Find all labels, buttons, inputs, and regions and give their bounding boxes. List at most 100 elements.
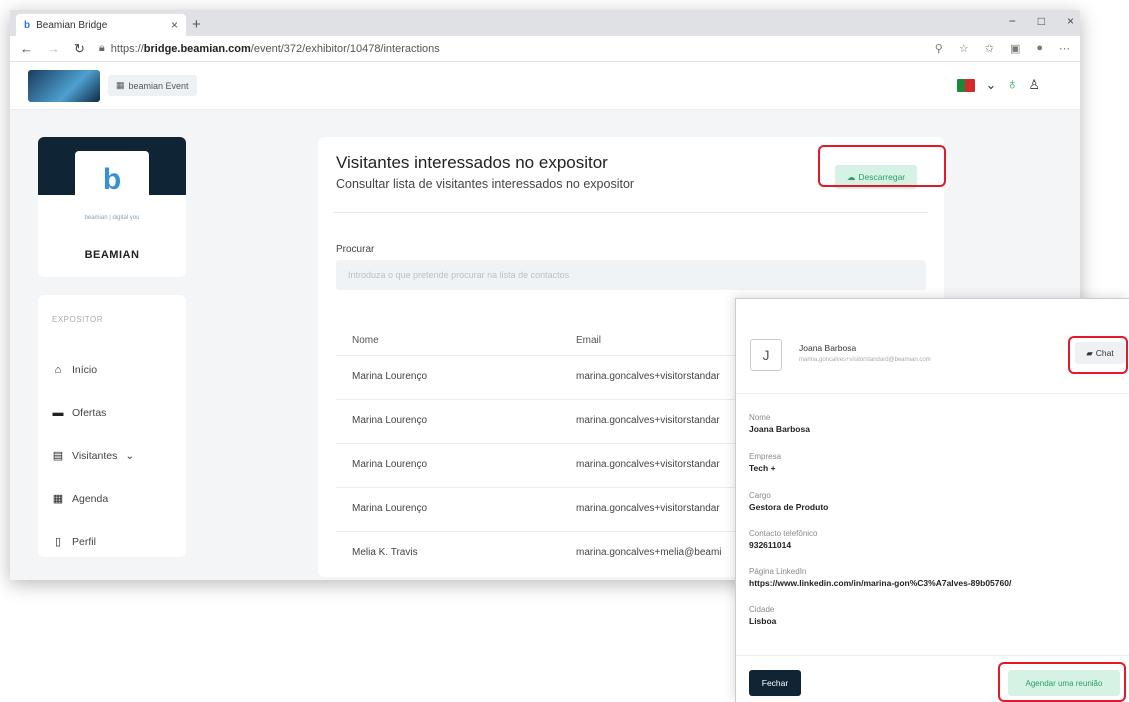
field-cidade: Cidade Lisboa — [749, 605, 776, 626]
address-bar: ← → ↻ 🔒︎ https://bridge.beamian.com/even… — [10, 36, 1080, 62]
search-label: Procurar — [336, 244, 375, 255]
more-icon[interactable]: ⋯ — [1059, 42, 1070, 55]
field-value: Joana Barbosa — [749, 424, 810, 434]
sidebar: EXPOSITOR ⌂ Início ▬ Ofertas ▤ Visitante… — [38, 295, 186, 557]
briefcase-icon: ▬ — [52, 406, 64, 419]
sidebar-item-visitantes[interactable]: ▤ Visitantes ⌄ — [52, 434, 172, 477]
cell-name: Marina Lourenço — [352, 371, 428, 382]
zoom-icon[interactable]: ⚲ — [935, 42, 943, 55]
minimize-icon[interactable]: − — [1009, 14, 1016, 28]
cell-email: marina.goncalves+visitorstandar — [576, 459, 720, 470]
cell-email: marina.goncalves+visitorstandar — [576, 415, 720, 426]
close-button[interactable]: Fechar — [749, 670, 801, 696]
field-value: Tech + — [749, 463, 776, 473]
sidebar-item-label: Agenda — [72, 492, 109, 505]
avatar: J — [750, 339, 782, 371]
cell-email: marina.goncalves+visitorstandar — [576, 371, 720, 382]
visitor-detail-header: J Joana Barbosa marina.goncalves+visitor… — [736, 299, 1129, 394]
sidebar-item-ofertas[interactable]: ▬ Ofertas — [52, 391, 172, 434]
company-card: b beamian | digital you BEAMIAN — [38, 137, 186, 277]
cell-email: marina.goncalves+melia@beami — [576, 547, 722, 558]
refresh-icon[interactable]: ↻ — [74, 41, 85, 57]
cell-name: Marina Lourenço — [352, 415, 428, 426]
field-contacto: Contacto telefônico 932611014 — [749, 529, 818, 550]
company-name: BEAMIAN — [84, 249, 140, 261]
company-logo: b — [75, 151, 149, 209]
linkedin-link[interactable]: https://www.linkedin.com/in/marina-gon%C… — [749, 578, 1011, 588]
calendar-icon: ▦ — [52, 493, 64, 505]
chat-label: Chat — [1095, 348, 1114, 358]
favorite-star-icon[interactable]: ☆ — [959, 42, 969, 55]
close-window-icon[interactable]: × — [1067, 14, 1074, 28]
url-prefix: https:// — [110, 42, 144, 55]
field-value: 932611014 — [749, 540, 792, 550]
visitor-detail-footer: Fechar Agendar uma reunião — [736, 655, 1129, 702]
chevron-down-icon[interactable]: ⌄ — [985, 77, 996, 93]
field-label: Nome — [749, 413, 771, 422]
company-tagline: beamian | digital you — [84, 215, 140, 221]
cell-email: marina.goncalves+visitorstandar — [576, 503, 720, 514]
chevron-down-icon: ⌄ — [125, 449, 135, 462]
back-icon[interactable]: ← — [20, 41, 33, 56]
column-header-name[interactable]: Nome — [352, 335, 379, 346]
sidebar-item-perfil[interactable]: ▯ Perfil — [52, 520, 172, 563]
field-label: Cidade — [749, 605, 775, 614]
collections-icon[interactable]: ▣ — [1010, 42, 1020, 55]
tab-bar: b Beamian Bridge × + − □ × — [10, 10, 1080, 36]
chat-icon: ▰ — [1086, 347, 1093, 358]
field-label: Empresa — [749, 452, 782, 461]
maximize-icon[interactable]: □ — [1038, 14, 1045, 28]
portugal-flag-icon[interactable] — [957, 78, 976, 92]
sidebar-item-inicio[interactable]: ⌂ Início — [52, 348, 172, 391]
event-logo[interactable] — [28, 69, 100, 102]
cell-name: Marina Lourenço — [352, 503, 428, 514]
app-header: ▦ beamian Event ⌄ ♁ ♙ — [10, 62, 1080, 110]
beamian-logo-icon: b — [102, 163, 122, 196]
sidebar-item-label: Perfil — [72, 535, 96, 548]
column-header-email[interactable]: Email — [576, 335, 601, 346]
url-host: bridge.beamian.com — [143, 42, 251, 55]
field-empresa: Empresa Tech + — [749, 452, 781, 473]
tab-title: Beamian Bridge — [36, 19, 108, 31]
new-tab-button[interactable]: + — [192, 14, 201, 36]
id-card-icon: ▤ — [52, 450, 64, 462]
lock-icon: 🔒︎ — [98, 42, 105, 54]
url-field[interactable]: https://bridge.beamian.com/event/372/exh… — [111, 43, 935, 55]
close-tab-icon[interactable]: × — [171, 18, 178, 32]
field-label: Contacto telefônico — [749, 529, 818, 538]
sidebar-item-label: Visitantes — [72, 449, 118, 462]
visitor-detail-panel: J Joana Barbosa marina.goncalves+visitor… — [735, 298, 1129, 702]
search-input[interactable] — [336, 260, 926, 290]
cell-name: Marina Lourenço — [352, 459, 428, 470]
field-label: Cargo — [749, 491, 771, 500]
cell-name: Melia K. Travis — [352, 547, 418, 558]
beamian-favicon-icon: b — [24, 19, 31, 31]
field-label: Página LinkedIn — [749, 567, 807, 576]
sidebar-item-label: Início — [72, 363, 98, 376]
url-path: /event/372/exhibitor/10478/interactions — [250, 42, 440, 55]
screenshot-root: b Beamian Bridge × + − □ × ← → ↻ 🔒︎ http… — [0, 0, 1129, 702]
forward-icon[interactable]: → — [47, 41, 60, 56]
profile-icon[interactable]: ● — [1036, 42, 1043, 55]
sidebar-section-title: EXPOSITOR — [52, 315, 104, 324]
event-chip[interactable]: ▦ beamian Event — [108, 75, 197, 96]
home-icon: ⌂ — [54, 363, 62, 376]
calendar-icon: ▦ — [116, 80, 125, 90]
cloud-download-icon: ☁ — [846, 171, 856, 182]
field-value: Lisboa — [749, 616, 777, 626]
sidebar-item-agenda[interactable]: ▦ Agenda — [52, 477, 172, 520]
schedule-meeting-button[interactable]: Agendar uma reunião — [1008, 670, 1120, 696]
visitor-name: Joana Barbosa — [799, 343, 857, 353]
download-button[interactable]: ☁ Descarregar — [835, 165, 917, 189]
visitor-email: marina.goncalves+visitorstandard@beamian… — [799, 357, 931, 363]
user-icon[interactable]: ♙ — [1028, 77, 1040, 93]
field-cargo: Cargo Gestora de Produto — [749, 491, 828, 512]
field-value: Gestora de Produto — [749, 502, 829, 512]
header-actions: ⌄ ♁ ♙ — [957, 76, 1040, 94]
favorites-icon[interactable]: ✩ — [985, 42, 994, 55]
notification-icon[interactable]: ♁ — [1006, 76, 1018, 94]
clipboard-icon: ▯ — [54, 536, 62, 548]
browser-tab[interactable]: b Beamian Bridge × — [16, 14, 186, 36]
address-bar-icons: ⚲ ☆ ✩ ▣ ● ⋯ — [935, 42, 1070, 55]
chat-button[interactable]: ▰ Chat — [1075, 342, 1125, 364]
